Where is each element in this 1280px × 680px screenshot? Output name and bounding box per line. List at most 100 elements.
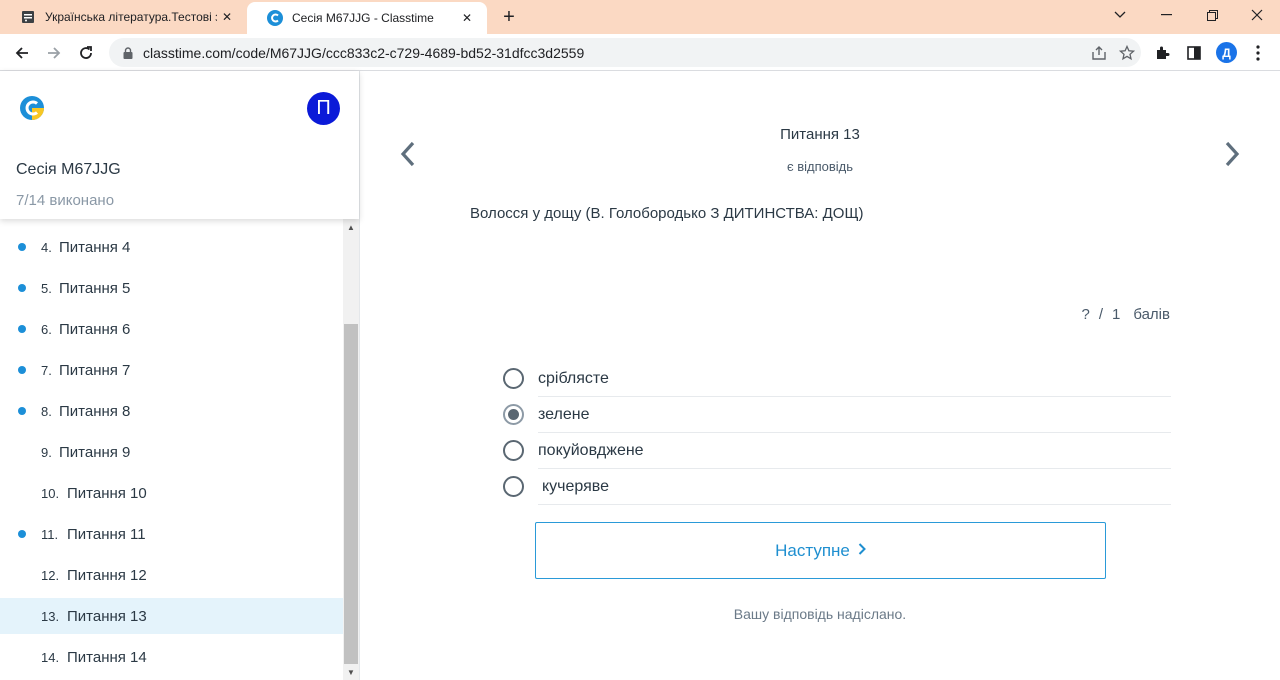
- question-number: 4.: [41, 239, 52, 255]
- answer-option-2[interactable]: зелене: [503, 397, 1171, 433]
- new-tab-button[interactable]: +: [497, 5, 521, 29]
- question-label: Питання 10: [67, 484, 147, 502]
- profile-avatar[interactable]: Д: [1216, 42, 1237, 63]
- sidebar-header: П Сесія M67JJG 7/14 виконано: [0, 71, 359, 219]
- extensions-icon[interactable]: [1148, 39, 1176, 67]
- question-number: 10.: [41, 485, 60, 501]
- radio-button-selected[interactable]: [503, 404, 524, 425]
- question-status: є відповідь: [786, 159, 854, 174]
- browser-tab-literature[interactable]: Українська література.Тестові за ✕: [0, 0, 247, 34]
- close-icon[interactable]: ✕: [457, 8, 477, 28]
- window-close-icon[interactable]: [1234, 0, 1280, 30]
- browser-tab-classtime[interactable]: Сесія M67JJG - Classtime ✕: [247, 2, 487, 34]
- option-divider: [538, 504, 1171, 505]
- option-label: зелене: [538, 406, 590, 423]
- forward-icon[interactable]: [40, 39, 68, 67]
- question-number: 8.: [41, 403, 52, 419]
- question-item-8[interactable]: 8. Питання 8: [0, 393, 343, 429]
- question-item-7[interactable]: 7. Питання 7: [0, 352, 343, 388]
- question-label: Питання 4: [59, 238, 131, 256]
- session-progress: 7/14 виконано: [16, 192, 115, 209]
- points-separator: /: [1098, 306, 1103, 323]
- question-number: 13.: [41, 608, 60, 624]
- question-number: 11.: [41, 526, 59, 542]
- scroll-down-icon[interactable]: ▼: [343, 664, 359, 680]
- question-item-14[interactable]: 14. Питання 14: [0, 639, 343, 675]
- share-icon[interactable]: [1085, 39, 1113, 67]
- option-label: кучеряве: [542, 478, 610, 495]
- main-content: Питання 13 є відповідь Волосся у дощу (В…: [360, 71, 1280, 680]
- next-button-label: Наступне: [775, 540, 850, 560]
- answered-dot: [18, 407, 26, 415]
- back-icon[interactable]: [8, 39, 36, 67]
- reload-icon[interactable]: [72, 39, 100, 67]
- tab-title: Сесія M67JJG - Classtime: [292, 11, 434, 25]
- tab-title: Українська література.Тестові за: [45, 10, 217, 24]
- question-number: 12.: [41, 567, 60, 583]
- radio-button[interactable]: [503, 476, 524, 497]
- next-question-icon[interactable]: [1220, 139, 1244, 169]
- question-item-11[interactable]: 11. Питання 11: [0, 516, 343, 552]
- answer-option-1[interactable]: сріблясте: [503, 361, 1171, 397]
- question-number: 7.: [41, 362, 52, 378]
- browser-tab-bar: Українська література.Тестові за ✕ Сесія…: [0, 0, 1280, 34]
- radio-button[interactable]: [503, 368, 524, 389]
- question-label: Питання 13: [67, 607, 147, 625]
- question-item-12[interactable]: 12. Питання 12: [0, 557, 343, 593]
- option-label: сріблясте: [538, 370, 609, 387]
- address-bar[interactable]: classtime.com/code/M67JJG/ccc833c2-c729-…: [109, 38, 1141, 67]
- previous-question-icon[interactable]: [396, 139, 420, 169]
- question-number: 14.: [41, 649, 60, 665]
- question-text: Волосся у дощу (В. Голобородько З ДИТИНС…: [470, 205, 864, 222]
- next-button[interactable]: Наступне: [535, 522, 1106, 579]
- side-panel-icon[interactable]: [1180, 39, 1208, 67]
- question-title: Питання 13: [780, 126, 860, 143]
- lock-icon[interactable]: [121, 46, 135, 60]
- browser-toolbar: classtime.com/code/M67JJG/ccc833c2-c729-…: [0, 34, 1280, 71]
- session-title: Сесія M67JJG: [16, 161, 121, 178]
- answered-dot: [18, 325, 26, 333]
- answered-dot: [18, 530, 26, 538]
- answer-option-3[interactable]: покуйовджене: [503, 433, 1171, 469]
- chevron-right-icon: [858, 542, 866, 560]
- classtime-icon: [267, 10, 283, 26]
- question-number: 6.: [41, 321, 52, 337]
- question-label: Питання 11: [67, 525, 146, 543]
- scroll-up-icon[interactable]: ▲: [343, 219, 359, 235]
- answered-dot: [18, 284, 26, 292]
- sidebar-scrollbar[interactable]: ▲ ▼: [343, 219, 359, 680]
- question-number: 9.: [41, 444, 52, 460]
- user-avatar[interactable]: П: [307, 92, 340, 125]
- question-item-10[interactable]: 10. Питання 10: [0, 475, 343, 511]
- tab-search-icon[interactable]: [1097, 0, 1143, 30]
- close-icon[interactable]: ✕: [217, 7, 237, 27]
- url-text: classtime.com/code/M67JJG/ccc833c2-c729-…: [143, 44, 585, 61]
- answer-option-4[interactable]: кучеряве: [503, 469, 1171, 505]
- sidebar: П Сесія M67JJG 7/14 виконано 4. Питання …: [0, 71, 360, 680]
- scrollbar-thumb[interactable]: [344, 324, 358, 664]
- answered-dot: [18, 366, 26, 374]
- restore-icon[interactable]: [1189, 0, 1235, 30]
- submitted-note: Вашу відповідь надіслано.: [733, 606, 907, 622]
- points-total: 1: [1112, 306, 1121, 323]
- points-unit: балів: [1133, 306, 1170, 323]
- bookmark-star-icon[interactable]: [1113, 39, 1141, 67]
- question-label: Питання 14: [67, 648, 147, 666]
- radio-button[interactable]: [503, 440, 524, 461]
- more-menu-icon[interactable]: [1244, 39, 1272, 67]
- points-earned: ?: [1081, 306, 1090, 323]
- question-label: Питання 8: [59, 402, 131, 420]
- answered-dot: [18, 243, 26, 251]
- option-label: покуйовджене: [538, 442, 644, 459]
- question-item-13[interactable]: 13. Питання 13: [0, 598, 343, 634]
- question-list: 4. Питання 4 5. Питання 5 6. Питання 6 7…: [0, 219, 343, 680]
- minimize-icon[interactable]: [1143, 0, 1189, 30]
- question-label: Питання 12: [67, 566, 147, 584]
- question-number: 5.: [41, 280, 52, 296]
- document-icon: [20, 9, 36, 25]
- question-item-9[interactable]: 9. Питання 9: [0, 434, 343, 470]
- question-item-4[interactable]: 4. Питання 4: [0, 229, 343, 265]
- question-item-6[interactable]: 6. Питання 6: [0, 311, 343, 347]
- classtime-logo-icon[interactable]: [19, 95, 45, 121]
- question-item-5[interactable]: 5. Питання 5: [0, 270, 343, 306]
